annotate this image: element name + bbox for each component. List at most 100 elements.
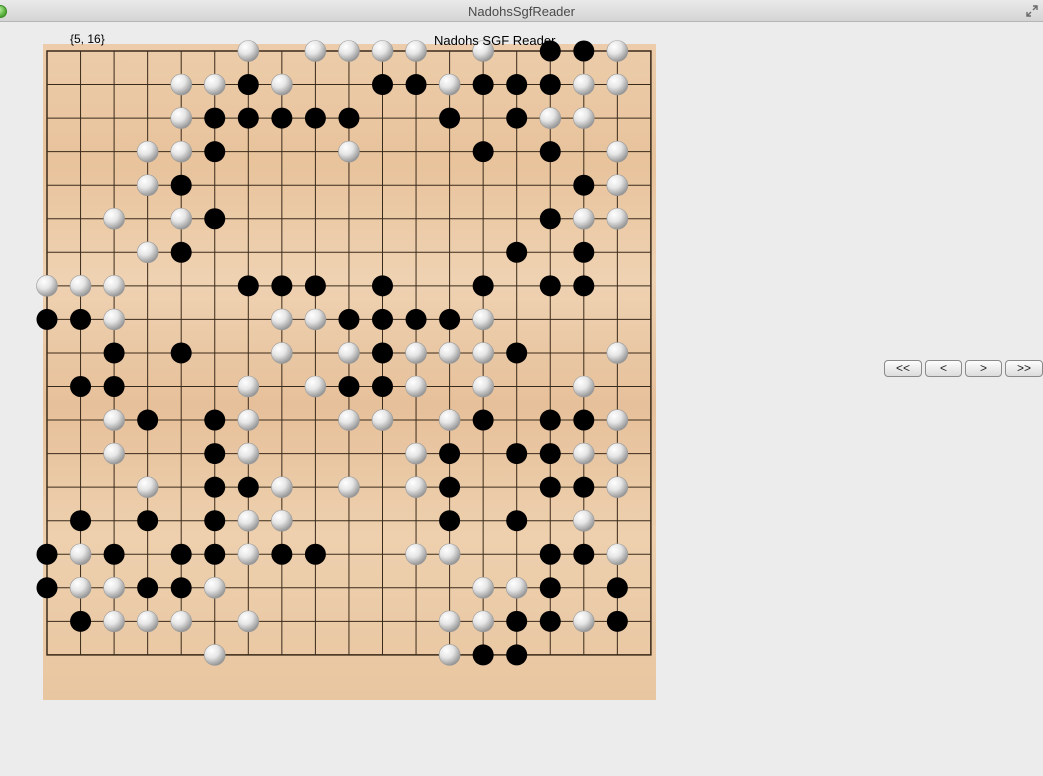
white-stone[interactable] [271, 308, 293, 331]
white-stone[interactable] [338, 476, 360, 498]
white-stone[interactable] [170, 73, 192, 96]
black-stone[interactable] [472, 644, 494, 666]
white-stone[interactable] [606, 140, 629, 163]
black-stone[interactable] [271, 107, 293, 129]
black-stone[interactable] [539, 443, 561, 465]
first-move-button[interactable]: << [884, 360, 922, 377]
white-stone[interactable] [606, 476, 629, 498]
white-stone[interactable] [237, 509, 260, 532]
black-stone[interactable] [271, 543, 293, 565]
black-stone[interactable] [170, 174, 192, 196]
black-stone[interactable] [170, 577, 192, 599]
white-stone[interactable] [405, 342, 427, 364]
black-stone[interactable] [204, 409, 226, 431]
white-stone[interactable] [472, 610, 494, 633]
black-stone[interactable] [539, 610, 561, 632]
white-stone[interactable] [103, 275, 125, 297]
white-stone[interactable] [572, 73, 595, 96]
white-stone[interactable] [606, 409, 629, 431]
black-stone[interactable] [472, 74, 494, 96]
black-stone[interactable] [70, 510, 92, 532]
white-stone[interactable] [438, 342, 461, 364]
white-stone[interactable] [405, 442, 427, 465]
black-stone[interactable] [606, 577, 628, 599]
black-stone[interactable] [539, 577, 561, 599]
black-stone[interactable] [338, 308, 360, 330]
white-stone[interactable] [271, 342, 293, 364]
white-stone[interactable] [170, 107, 192, 129]
black-stone[interactable] [506, 510, 528, 532]
black-stone[interactable] [70, 308, 92, 330]
black-stone[interactable] [103, 342, 125, 364]
black-stone[interactable] [606, 610, 628, 632]
black-stone[interactable] [372, 342, 393, 364]
white-stone[interactable] [606, 342, 629, 364]
black-stone[interactable] [137, 409, 159, 431]
next-move-button[interactable]: > [965, 360, 1002, 377]
white-stone[interactable] [237, 442, 260, 465]
white-stone[interactable] [237, 409, 260, 431]
white-stone[interactable] [405, 476, 427, 498]
white-stone[interactable] [472, 308, 494, 331]
black-stone[interactable] [372, 275, 393, 297]
white-stone[interactable] [371, 409, 394, 431]
black-stone[interactable] [573, 476, 595, 498]
white-stone[interactable] [505, 576, 528, 599]
black-stone[interactable] [506, 644, 528, 666]
white-stone[interactable] [572, 509, 595, 532]
black-stone[interactable] [70, 376, 92, 397]
white-stone[interactable] [237, 543, 260, 566]
black-stone[interactable] [372, 376, 393, 397]
black-stone[interactable] [372, 74, 393, 96]
white-stone[interactable] [170, 207, 192, 230]
white-stone[interactable] [438, 543, 461, 566]
black-stone[interactable] [573, 40, 595, 62]
black-stone[interactable] [204, 510, 226, 532]
black-stone[interactable] [70, 610, 92, 632]
black-stone[interactable] [170, 543, 192, 565]
white-stone[interactable] [136, 241, 159, 264]
black-stone[interactable] [204, 443, 226, 465]
black-stone[interactable] [36, 577, 58, 599]
black-stone[interactable] [506, 107, 528, 129]
white-stone[interactable] [472, 576, 494, 599]
white-stone[interactable] [606, 73, 629, 96]
black-stone[interactable] [237, 275, 259, 297]
white-stone[interactable] [572, 375, 595, 398]
white-stone[interactable] [170, 140, 192, 163]
last-move-button[interactable]: >> [1005, 360, 1043, 377]
white-stone[interactable] [203, 576, 226, 599]
white-stone[interactable] [371, 40, 394, 62]
white-stone[interactable] [103, 610, 125, 633]
black-stone[interactable] [506, 342, 528, 364]
black-stone[interactable] [36, 543, 58, 565]
black-stone[interactable] [204, 141, 226, 163]
black-stone[interactable] [539, 543, 561, 565]
black-stone[interactable] [539, 208, 561, 230]
white-stone[interactable] [606, 543, 629, 566]
black-stone[interactable] [304, 107, 326, 129]
white-stone[interactable] [237, 610, 260, 633]
black-stone[interactable] [103, 543, 125, 565]
white-stone[interactable] [438, 73, 461, 96]
black-stone[interactable] [539, 141, 561, 163]
black-stone[interactable] [204, 543, 226, 565]
black-stone[interactable] [506, 610, 528, 632]
white-stone[interactable] [103, 409, 125, 431]
black-stone[interactable] [506, 443, 528, 465]
black-stone[interactable] [237, 476, 259, 498]
black-stone[interactable] [472, 409, 494, 431]
white-stone[interactable] [136, 476, 159, 498]
black-stone[interactable] [36, 308, 58, 330]
black-stone[interactable] [405, 308, 427, 330]
white-stone[interactable] [606, 174, 629, 196]
white-stone[interactable] [237, 375, 260, 398]
black-stone[interactable] [338, 107, 360, 129]
black-stone[interactable] [204, 476, 226, 498]
black-stone[interactable] [439, 443, 461, 465]
black-stone[interactable] [372, 308, 393, 330]
black-stone[interactable] [170, 241, 192, 263]
white-stone[interactable] [338, 409, 360, 431]
black-stone[interactable] [237, 74, 259, 96]
black-stone[interactable] [170, 342, 192, 364]
